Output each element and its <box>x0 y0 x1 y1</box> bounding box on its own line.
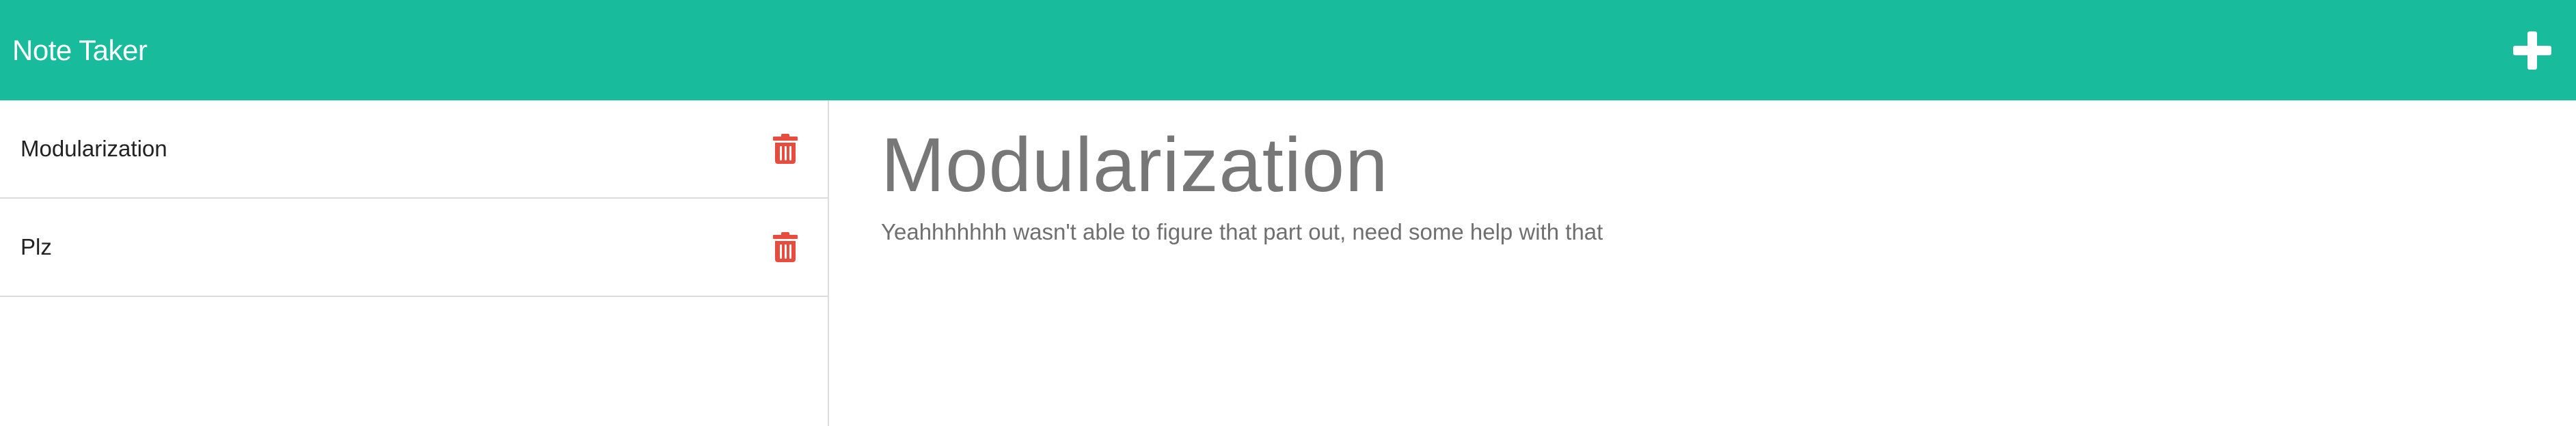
app-brand[interactable]: Note Taker <box>12 34 148 67</box>
note-view: Modularization Yeahhhhhhh wasn't able to… <box>881 100 2521 426</box>
navbar: Note Taker <box>0 0 2576 100</box>
trash-icon[interactable] <box>773 232 798 262</box>
trash-icon[interactable] <box>773 134 798 164</box>
note-title[interactable]: Modularization <box>881 119 2521 211</box>
list-item-title: Modularization <box>21 136 167 161</box>
list-item-title: Plz <box>21 234 52 259</box>
note-text[interactable]: Yeahhhhhhh wasn't able to figure that pa… <box>881 219 2521 245</box>
note-list: Modularization Plz <box>0 100 829 426</box>
list-item[interactable]: Plz <box>0 199 828 297</box>
list-item[interactable]: Modularization <box>0 100 828 199</box>
plus-icon[interactable] <box>2513 31 2551 70</box>
